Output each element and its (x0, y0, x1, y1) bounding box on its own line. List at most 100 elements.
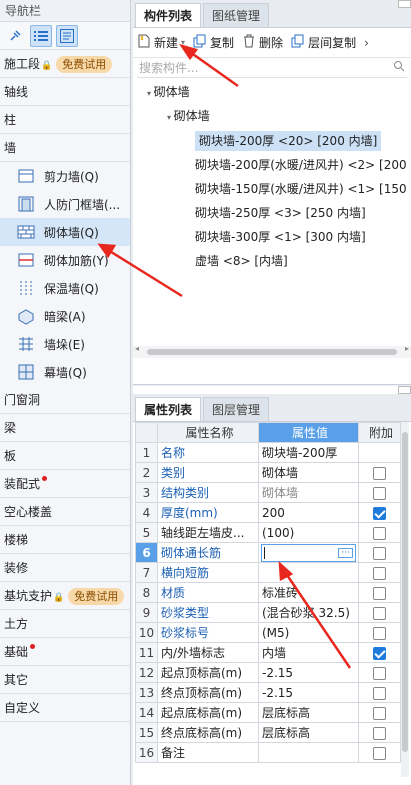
category-4[interactable]: 门窗洞 (0, 386, 130, 414)
wall-item-4[interactable]: 保温墙(Q) (0, 274, 130, 302)
attach-checkbox[interactable] (373, 586, 386, 600)
tab-drawing-management[interactable]: 图纸管理 (203, 3, 270, 27)
property-row[interactable]: 16 备注 (135, 742, 401, 763)
property-row[interactable]: 4 厚度(mm) 200 (135, 502, 401, 523)
tree-item[interactable]: 砌块墙-250厚 <3> [250 内墙] (195, 201, 366, 225)
property-row[interactable]: 6 砌体通长筋 ··· (135, 542, 401, 563)
property-value[interactable]: (M5) (262, 626, 289, 640)
tab-component-list[interactable]: 构件列表 (135, 3, 202, 27)
property-row[interactable]: 13 终点顶标高(m) -2.15 (135, 682, 401, 703)
wall-item-3[interactable]: 砌体加筋(Y) (0, 246, 130, 274)
category-12[interactable]: 土方 (0, 610, 130, 638)
property-value[interactable]: 层底标高 (262, 726, 310, 740)
layer-copy-button[interactable]: 层间复制 (291, 34, 356, 51)
property-row[interactable]: 14 起点底标高(m) 层底标高 (135, 702, 401, 723)
attach-checkbox[interactable] (373, 646, 386, 660)
tree-item[interactable]: 砌块墙-200厚(水暖/进风井) <2> [200 内墙] (195, 153, 411, 177)
panel-close-icon[interactable] (398, 0, 411, 8)
attach-checkbox[interactable] (373, 566, 386, 580)
pin-icon[interactable] (4, 25, 26, 47)
search-icon[interactable] (393, 60, 405, 75)
category-0[interactable]: 施工段🔒 免费试用 (0, 50, 130, 78)
tree-group[interactable]: ▾ 砌体墙 (167, 104, 210, 128)
attach-checkbox[interactable] (373, 546, 386, 560)
category-5[interactable]: 梁 (0, 414, 130, 442)
property-row[interactable]: 15 终点底标高(m) 层底标高 (135, 722, 401, 743)
ellipsis-button[interactable]: ··· (338, 547, 353, 558)
free-trial-badge[interactable]: 免费试用 (56, 56, 113, 73)
wall-item-7[interactable]: 幕墙(Q) (0, 358, 130, 386)
property-value[interactable]: -2.15 (262, 686, 293, 700)
property-value[interactable]: -2.15 (262, 666, 293, 680)
property-row[interactable]: 10 砂浆标号 (M5) (135, 622, 401, 643)
property-row[interactable]: 9 砂浆类型 (混合砂浆 32.5) (135, 602, 401, 623)
scroll-left-icon[interactable]: ◂ (135, 344, 139, 353)
category-15[interactable]: 自定义 (0, 694, 130, 722)
property-value[interactable]: 砌体墙 (262, 486, 298, 500)
delete-button[interactable]: 删除 (242, 34, 283, 51)
scroll-right-icon[interactable]: ▸ (405, 344, 409, 353)
tab-property-list[interactable]: 属性列表 (135, 397, 202, 421)
property-value-editor[interactable]: ··· (261, 543, 356, 562)
property-row[interactable]: 11 内/外墙标志 内墙 (135, 642, 401, 663)
attach-checkbox[interactable] (373, 626, 386, 640)
tab-layer-management[interactable]: 图层管理 (203, 397, 270, 421)
property-row[interactable]: 8 材质 标准砖 (135, 582, 401, 603)
property-row[interactable]: 7 横向短筋 (135, 562, 401, 583)
toolbar-more-icon[interactable]: › (364, 36, 369, 50)
property-close-icon[interactable] (398, 386, 411, 394)
category-11[interactable]: 基坑支护🔒 免费试用 (0, 582, 130, 610)
new-button[interactable]: 新建 ▾ (137, 34, 185, 51)
category-13[interactable]: 基础 (0, 638, 130, 666)
category-14[interactable]: 其它 (0, 666, 130, 694)
tree-root[interactable]: ▾ 砌体墙 (147, 80, 190, 104)
category-9[interactable]: 楼梯 (0, 526, 130, 554)
attach-checkbox[interactable] (373, 726, 386, 740)
category-3[interactable]: 墙 (0, 134, 130, 162)
attach-checkbox[interactable] (373, 706, 386, 720)
category-8[interactable]: 空心楼盖 (0, 498, 130, 526)
attach-checkbox[interactable] (373, 606, 386, 620)
property-row[interactable]: 2 类别 砌体墙 (135, 462, 401, 483)
category-1[interactable]: 轴线 (0, 78, 130, 106)
property-value[interactable]: (混合砂浆 32.5) (262, 606, 350, 620)
tree-horizontal-scrollbar[interactable]: ◂ ▸ (133, 344, 411, 358)
category-6[interactable]: 板 (0, 442, 130, 470)
attach-checkbox[interactable] (373, 666, 386, 680)
attach-checkbox[interactable] (373, 686, 386, 700)
attach-checkbox[interactable] (373, 466, 386, 480)
property-vertical-scrollbar[interactable] (401, 422, 409, 777)
property-value[interactable]: 砌块墙-200厚 (262, 446, 337, 460)
copy-button[interactable]: 复制 (193, 34, 234, 51)
tree-item[interactable]: 砌块墙-150厚(水暖/进风井) <1> [150 内墙] (195, 177, 411, 201)
attach-checkbox[interactable] (373, 486, 386, 500)
wall-item-5[interactable]: 暗梁(A) (0, 302, 130, 330)
attach-checkbox[interactable] (373, 746, 386, 760)
tree-item[interactable]: 虚墙 <8> [内墙] (195, 249, 288, 273)
property-row[interactable]: 5 轴线距左墙皮... (100) (135, 522, 401, 543)
component-search-input[interactable]: 搜索构件... (137, 58, 407, 78)
wall-item-6[interactable]: 墙垛(E) (0, 330, 130, 358)
property-row[interactable]: 3 结构类别 砌体墙 (135, 482, 401, 503)
category-7[interactable]: 装配式 (0, 470, 130, 498)
property-value[interactable]: 层底标高 (262, 706, 310, 720)
free-trial-badge[interactable]: 免费试用 (68, 588, 125, 605)
tree-item[interactable]: 砌块墙-200厚 <20> [200 内墙] (195, 129, 382, 153)
property-value[interactable]: (100) (262, 526, 294, 540)
property-value[interactable]: 标准砖 (262, 586, 298, 600)
wall-item-0[interactable]: 剪力墙(Q) (0, 162, 130, 190)
category-10[interactable]: 装修 (0, 554, 130, 582)
new-dropdown-icon[interactable]: ▾ (181, 38, 185, 47)
attach-checkbox[interactable] (373, 526, 386, 540)
property-value[interactable]: 砌体墙 (262, 466, 298, 480)
property-value[interactable]: 200 (262, 506, 285, 520)
detail-view-icon[interactable] (56, 24, 78, 47)
property-value[interactable]: 内墙 (262, 646, 286, 660)
category-2[interactable]: 柱 (0, 106, 130, 134)
list-view-icon[interactable] (30, 24, 52, 47)
wall-item-2[interactable]: 砌体墙(Q) (0, 218, 130, 246)
wall-item-1[interactable]: 人防门框墙(... (0, 190, 130, 218)
tree-item[interactable]: 砌块墙-300厚 <1> [300 内墙] (195, 225, 366, 249)
attach-checkbox[interactable] (373, 506, 386, 520)
property-row[interactable]: 12 起点顶标高(m) -2.15 (135, 662, 401, 683)
